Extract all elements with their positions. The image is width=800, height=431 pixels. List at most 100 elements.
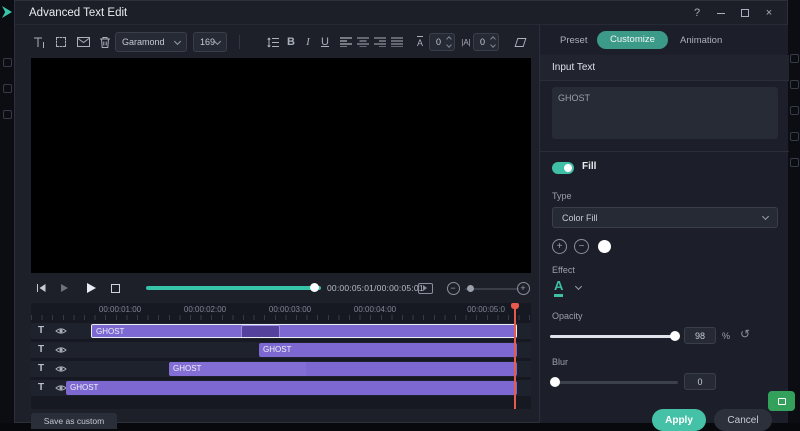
window-controls: ? × [685,1,781,25]
tab-animation[interactable]: Animation [680,35,722,46]
skew-icon[interactable] [510,32,530,52]
effect-label: Effect [552,265,575,275]
opacity-label: Opacity [552,311,583,321]
clip-label: GHOST [263,345,291,354]
cancel-button[interactable]: Cancel [714,409,772,431]
tab-preset[interactable]: Preset [560,35,587,46]
clip-selected-range[interactable] [241,325,280,338]
align-justify-icon[interactable] [387,32,407,52]
char-spacing-stepper[interactable]: 0 [429,33,455,51]
text-box-icon[interactable] [73,32,93,52]
timeline-clip[interactable]: GHOST [169,362,517,376]
seek-slider[interactable] [146,286,321,290]
chevron-down-icon [174,37,181,44]
help-icon[interactable]: ? [685,1,709,25]
opacity-slider[interactable] [550,335,678,338]
reset-icon[interactable]: ↺ [740,328,750,340]
clip-label: GHOST [96,327,124,336]
text-effect-icon[interactable]: A [554,279,563,297]
ruler-label: 00:00:03:00 [269,305,311,314]
maximize-icon[interactable] [733,1,757,25]
playhead-head[interactable] [511,303,519,309]
stepper-arrows-icon[interactable] [491,37,495,47]
export-button-fragment[interactable] [768,391,795,411]
opacity-slider-handle[interactable] [670,331,680,341]
opacity-value-field[interactable]: 98 [684,327,716,344]
next-frame-icon[interactable] [55,278,75,298]
previous-frame-icon[interactable] [31,278,51,298]
save-as-custom-button[interactable]: Save as custom [31,413,117,429]
char-spacing-value: 0 [436,37,441,47]
zoom-out-icon[interactable]: − [443,278,463,298]
text-track-icon: T [38,325,44,336]
timecode: 00:00:05:01/00:00:05:01 [327,283,424,293]
remove-color-button[interactable]: − [574,239,589,254]
dialog-titlebar[interactable]: Advanced Text Edit ? × [15,1,787,25]
select-box-icon[interactable] [51,32,71,52]
font-family-value: Garamond [122,37,165,47]
stop-button[interactable] [105,278,125,298]
input-text-field[interactable]: GHOST [552,87,778,139]
chevron-down-icon[interactable] [575,283,582,290]
add-text-icon[interactable] [29,32,49,52]
fill-type-value: Color Fill [562,213,598,223]
playhead[interactable] [514,303,516,409]
underline-button[interactable]: U [315,32,335,52]
blur-label: Blur [552,357,568,367]
background-app-left-strip [0,0,14,423]
advanced-text-edit-dialog: Advanced Text Edit ? × Garamond 169 B I … [14,0,788,423]
vertical-spacing-stepper[interactable]: 0 [473,33,499,51]
apply-button[interactable]: Apply [652,409,706,431]
app-logo-icon [2,6,12,18]
preview-canvas[interactable] [31,58,531,273]
background-tool-icon [3,58,12,67]
zoom-slider-handle[interactable] [467,285,474,292]
timeline-zoom-slider[interactable] [465,288,519,290]
timeline-track-4: T GHOST [31,380,531,396]
background-tool-icon [790,132,799,141]
delete-icon[interactable] [95,32,115,52]
timeline: 00:00:01:00 00:00:02:00 00:00:03:00 00:0… [31,303,531,409]
text-settings-panel: Preset Customize Animation Input Text GH… [539,25,788,423]
input-text-header: Input Text [540,55,789,81]
background-tool-icon [790,80,799,89]
play-button[interactable] [81,278,101,298]
ruler-label: 00:00:05:0 [467,305,505,314]
fill-type-select[interactable]: Color Fill [552,207,778,228]
chevron-down-icon [762,213,769,220]
tab-customize[interactable]: Customize [597,31,668,49]
line-spacing-icon[interactable] [263,32,283,52]
toggle-knob [564,164,572,172]
background-tool-icon [790,106,799,115]
color-swatch[interactable] [598,240,611,253]
font-size-select[interactable]: 169 [193,32,227,52]
font-family-select[interactable]: Garamond [115,32,187,52]
blur-value-field[interactable]: 0 [684,373,716,390]
timeline-track-1: T GHOST [31,323,531,339]
export-icon [778,398,786,405]
add-color-button[interactable]: + [552,239,567,254]
visibility-eye-icon[interactable] [55,345,67,355]
fit-view-icon[interactable] [415,278,435,298]
stepper-arrows-icon[interactable] [447,37,451,47]
vertical-spacing-value: 0 [480,37,485,47]
zoom-in-icon[interactable]: + [513,278,533,298]
timeline-clip[interactable]: GHOST [66,381,517,395]
close-icon[interactable]: × [757,1,781,25]
blur-slider-handle[interactable] [550,377,560,387]
fill-toggle[interactable] [552,162,574,174]
background-app-right-strip [788,0,800,423]
visibility-eye-icon[interactable] [55,326,67,336]
blur-slider[interactable] [550,381,678,384]
timeline-clip[interactable]: GHOST [259,343,517,357]
visibility-eye-icon[interactable] [55,364,67,374]
toolbar-divider [239,35,240,49]
clip-label: GHOST [70,383,98,392]
font-size-value: 169 [200,37,215,47]
char-spacing-icon[interactable]: A [410,32,430,52]
timeline-clip[interactable]: GHOST [91,324,517,338]
seek-handle[interactable] [310,283,319,292]
background-tool-icon [790,54,799,63]
background-tool-icon [3,110,12,119]
minimize-icon[interactable] [709,1,733,25]
